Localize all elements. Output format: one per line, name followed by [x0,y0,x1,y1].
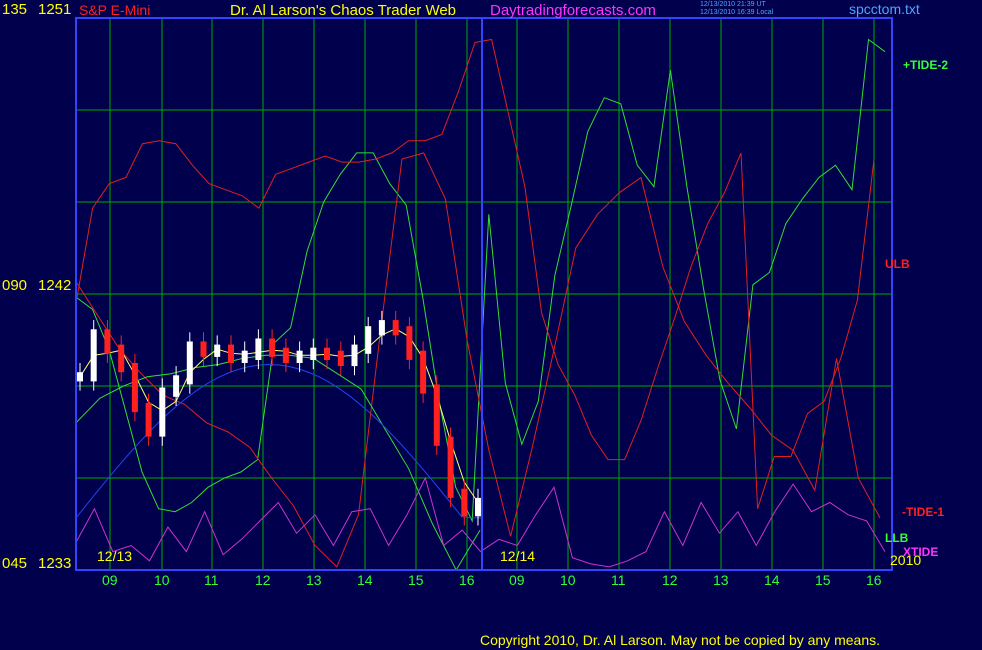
indicator-curves [75,38,886,572]
price-bottom-label: 1233 [38,555,72,572]
hour-tick-11: 12 [662,572,678,588]
price-bar-29 [475,497,481,517]
page-title: Dr. Al Larson's Chaos Trader Web [230,2,457,19]
price-bar-9 [200,341,207,357]
price-bar-27 [447,436,454,498]
price-bar-14 [269,338,276,357]
llb-label: LLB [885,531,909,545]
series-line-0 [75,38,886,523]
hour-tick-0: 09 [102,572,118,588]
price-bar-15 [282,347,289,363]
date-label-2: 12/14 [500,548,536,564]
price-bar-6 [159,387,166,437]
price-bar-16 [296,350,303,363]
price-bar-28 [461,488,468,517]
price-bar-1 [90,329,97,382]
price-bar-2 [104,329,111,354]
hour-tick-10: 11 [611,572,626,588]
hour-tick-12: 13 [713,572,729,588]
price-bar-5 [145,402,152,437]
date-label-1: 12/13 [97,548,133,564]
price-bar-23 [392,320,399,336]
hour-tick-14: 15 [815,572,831,588]
price-bar-3 [118,344,125,373]
hour-tick-6: 15 [408,572,424,588]
price-bar-22 [378,320,385,336]
symbol-label: S&P E-Mini [79,2,151,18]
hour-tick-3: 12 [255,572,271,588]
time-local: 12/13/2010 16:39 Local [700,9,774,16]
hour-tick-7: 16 [459,572,475,588]
hour-tick-4: 13 [306,572,322,588]
tide2-label: +TIDE-2 [903,58,949,72]
price-bar-8 [186,341,193,385]
ulb-label: ULB [885,257,910,271]
price-bar-17 [310,347,317,360]
price-bar-13 [255,338,262,360]
price-bar-24 [406,326,413,360]
price-bar-19 [337,350,344,366]
price-mid-label: 1242 [38,277,72,294]
price-bar-11 [228,344,234,363]
price-bar-10 [214,344,221,357]
price-bar-18 [324,347,330,360]
left-axis-mid-label: 090 [2,277,28,294]
hour-tick-5: 14 [357,572,373,588]
price-top-label: 1251 [38,1,72,18]
hour-tick-9: 10 [560,572,576,588]
chart-svg [75,17,893,572]
hour-tick-1: 10 [154,572,170,588]
price-bar-7 [173,375,180,397]
price-bar-12 [241,350,248,363]
hour-tick-15: 16 [866,572,882,588]
time-ut: 12/13/2010 21:39 UT [700,1,766,8]
price-bar-0 [77,372,83,382]
file-name: spcctom.txt [849,1,920,17]
left-axis-bottom-label: 045 [2,555,28,572]
site-link[interactable]: Daytradingforecasts.com [490,2,656,19]
hour-tick-8: 09 [509,572,525,588]
price-bar-25 [420,350,427,394]
price-bar-4 [131,363,138,413]
price-bar-20 [351,344,358,367]
hour-tick-2: 11 [204,572,219,588]
price-bar-21 [365,326,372,354]
copyright-footer: Copyright 2010, Dr. Al Larson. May not b… [480,632,881,648]
xtide-label: XTIDE [903,545,939,559]
hour-tick-13: 14 [764,572,780,588]
price-bars [77,310,481,526]
tide1-label: -TIDE-1 [902,505,944,519]
left-axis-top-label: 135 [2,1,28,18]
price-bar-26 [433,384,440,446]
